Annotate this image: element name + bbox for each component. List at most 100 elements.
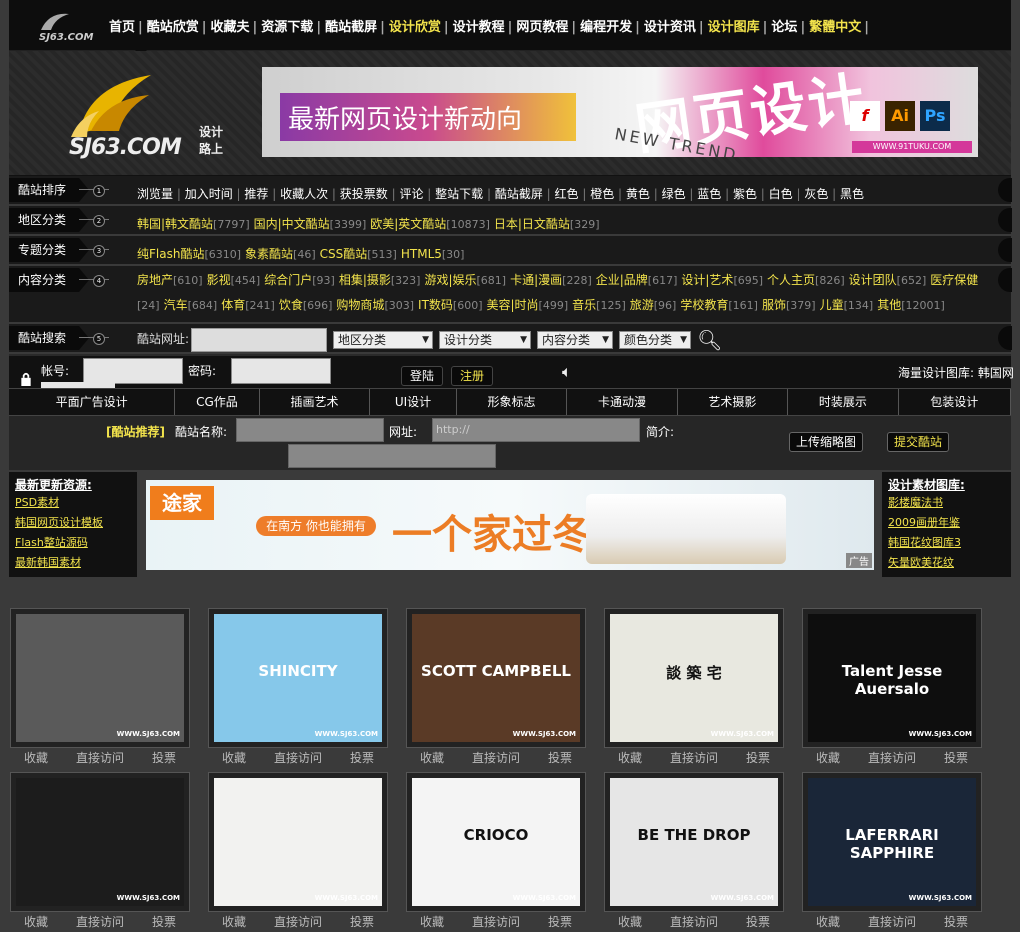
category-link[interactable]: 卡通|漫画 xyxy=(510,273,562,287)
category-link[interactable]: 设计|艺术 xyxy=(681,273,733,287)
site-logo-small[interactable]: SJ63.COM xyxy=(35,8,97,42)
site-url-input[interactable]: http:// xyxy=(432,418,640,442)
sort-option[interactable]: 获投票数 xyxy=(340,187,388,201)
thumbnail-image[interactable]: CRIOCO WWW.SJ63.COM xyxy=(412,778,580,906)
category-link[interactable]: 音乐 xyxy=(572,298,596,312)
design-tab[interactable]: 卡通动漫 xyxy=(567,389,678,415)
nav-item[interactable]: 设计教程 xyxy=(453,20,505,35)
category-link[interactable]: 美容|时尚 xyxy=(487,298,539,312)
sort-option[interactable]: 黑色 xyxy=(840,187,864,201)
search-icon[interactable]: 🔍︎ xyxy=(697,330,722,350)
color-select[interactable]: 颜色分类 ▼ xyxy=(619,330,692,349)
search-url-input[interactable] xyxy=(191,327,328,352)
password-input[interactable] xyxy=(231,358,331,384)
thumbnail-image[interactable]: SCOTT CAMPBELL WWW.SJ63.COM xyxy=(412,614,580,742)
visit-link[interactable]: 直接访问 xyxy=(76,748,124,768)
thumbnail-image[interactable]: BE THE DROP WWW.SJ63.COM xyxy=(610,778,778,906)
sort-option[interactable]: 绿色 xyxy=(662,187,686,201)
visit-link[interactable]: 直接访问 xyxy=(274,748,322,768)
favorite-link[interactable]: 收藏 xyxy=(222,912,246,932)
category-link[interactable]: 饮食 xyxy=(279,298,303,312)
thumbnail-image[interactable]: SHINCITY WWW.SJ63.COM xyxy=(214,614,382,742)
sort-option[interactable]: 橙色 xyxy=(590,187,614,201)
category-link[interactable]: 韩国|韩文酷站 xyxy=(137,217,213,231)
favorite-link[interactable]: 收藏 xyxy=(816,912,840,932)
thumbnail-image[interactable]: WWW.SJ63.COM xyxy=(214,778,382,906)
category-link[interactable]: 旅游 xyxy=(630,298,654,312)
vote-link[interactable]: 投票 xyxy=(548,748,572,768)
visit-link[interactable]: 直接访问 xyxy=(868,748,916,768)
nav-item[interactable]: 编程开发 xyxy=(580,20,632,35)
sort-option[interactable]: 推荐 xyxy=(244,187,268,201)
nav-item[interactable]: 收藏夫 xyxy=(211,20,250,35)
resource-link[interactable]: PSD素材 xyxy=(9,493,137,513)
content-select[interactable]: 内容分类 ▼ xyxy=(537,330,614,349)
resource-link[interactable]: Flash整站源码 xyxy=(9,533,137,553)
category-link[interactable]: 购物商城 xyxy=(336,298,384,312)
nav-item[interactable]: 繁體中文 xyxy=(809,20,861,35)
resource-link[interactable]: 韩国花纹图库3 xyxy=(882,533,1011,553)
thumbnail-image[interactable]: WWW.SJ63.COM xyxy=(16,614,184,742)
category-link[interactable]: 纯Flash酷站 xyxy=(137,247,204,261)
nav-item[interactable]: 论坛 xyxy=(771,20,797,35)
upload-thumb-button[interactable]: 上传缩略图 xyxy=(789,432,864,452)
category-link[interactable]: 日本|日文酷站 xyxy=(494,217,570,231)
sort-option[interactable]: 浏览量 xyxy=(137,187,173,201)
design-tab[interactable]: 形象标志 xyxy=(457,389,568,415)
category-link[interactable]: 医疗保健 xyxy=(930,273,978,287)
site-name-input[interactable] xyxy=(236,418,384,442)
sort-option[interactable]: 白色 xyxy=(769,187,793,201)
favorite-link[interactable]: 收藏 xyxy=(420,748,444,768)
sort-option[interactable]: 蓝色 xyxy=(697,187,721,201)
vote-link[interactable]: 投票 xyxy=(944,912,968,932)
submit-site-button[interactable]: 提交酷站 xyxy=(887,432,950,452)
design-tab[interactable]: 平面广告设计 xyxy=(9,389,176,415)
region-select[interactable]: 地区分类 ▼ xyxy=(333,330,434,349)
intro-input[interactable] xyxy=(288,444,496,468)
visit-link[interactable]: 直接访问 xyxy=(472,748,520,768)
resource-link[interactable]: 2009画册年鉴 xyxy=(882,513,1011,533)
visit-link[interactable]: 直接访问 xyxy=(670,912,718,932)
category-link[interactable]: 相集|摄影 xyxy=(339,273,391,287)
nav-item[interactable]: 设计资讯 xyxy=(644,20,696,35)
category-link[interactable]: 体育 xyxy=(221,298,245,312)
vote-link[interactable]: 投票 xyxy=(746,912,770,932)
category-link[interactable]: 综合门户 xyxy=(264,273,312,287)
design-tab[interactable]: 包装设计 xyxy=(899,389,1012,415)
vote-link[interactable]: 投票 xyxy=(746,748,770,768)
category-link[interactable]: 欧美|英文酷站 xyxy=(370,217,446,231)
resource-link[interactable]: 影楼魔法书 xyxy=(882,493,1011,513)
vote-link[interactable]: 投票 xyxy=(152,912,176,932)
sort-option[interactable]: 加入时间 xyxy=(185,187,233,201)
design-tab[interactable]: 时装展示 xyxy=(788,389,899,415)
sort-option[interactable]: 酷站截屏 xyxy=(495,187,543,201)
vote-link[interactable]: 投票 xyxy=(944,748,968,768)
category-link[interactable]: 个人主页 xyxy=(767,273,815,287)
nav-item[interactable]: 酷站截屏 xyxy=(325,20,377,35)
nav-item[interactable]: 设计欣赏 xyxy=(389,20,441,35)
category-link[interactable]: 房地产 xyxy=(137,273,173,287)
favorite-link[interactable]: 收藏 xyxy=(618,912,642,932)
sort-option[interactable]: 评论 xyxy=(399,187,423,201)
vote-link[interactable]: 投票 xyxy=(548,912,572,932)
category-link[interactable]: 象素酷站 xyxy=(245,247,293,261)
visit-link[interactable]: 直接访问 xyxy=(868,912,916,932)
category-link[interactable]: 汽车 xyxy=(164,298,188,312)
nav-item[interactable]: 资源下载 xyxy=(261,20,313,35)
sort-option[interactable]: 红色 xyxy=(555,187,579,201)
design-tab[interactable]: 插画艺术 xyxy=(260,389,371,415)
resource-link[interactable]: 最新韩国素材 xyxy=(9,553,137,573)
sort-option[interactable]: 整站下载 xyxy=(435,187,483,201)
design-select[interactable]: 设计分类 ▼ xyxy=(439,330,532,349)
sort-option[interactable]: 收藏人次 xyxy=(280,187,328,201)
category-link[interactable]: 企业|品牌 xyxy=(596,273,648,287)
register-button[interactable]: 注册 xyxy=(451,366,494,386)
design-tab[interactable]: 艺术摄影 xyxy=(678,389,789,415)
category-link[interactable]: 影视 xyxy=(207,273,231,287)
nav-item[interactable]: 酷站欣赏 xyxy=(147,20,199,35)
login-button[interactable]: 登陆 xyxy=(401,366,444,386)
vote-link[interactable]: 投票 xyxy=(350,912,374,932)
nav-item[interactable]: 网页教程 xyxy=(516,20,568,35)
favorite-link[interactable]: 收藏 xyxy=(222,748,246,768)
category-link[interactable]: 国内|中文酷站 xyxy=(254,217,330,231)
